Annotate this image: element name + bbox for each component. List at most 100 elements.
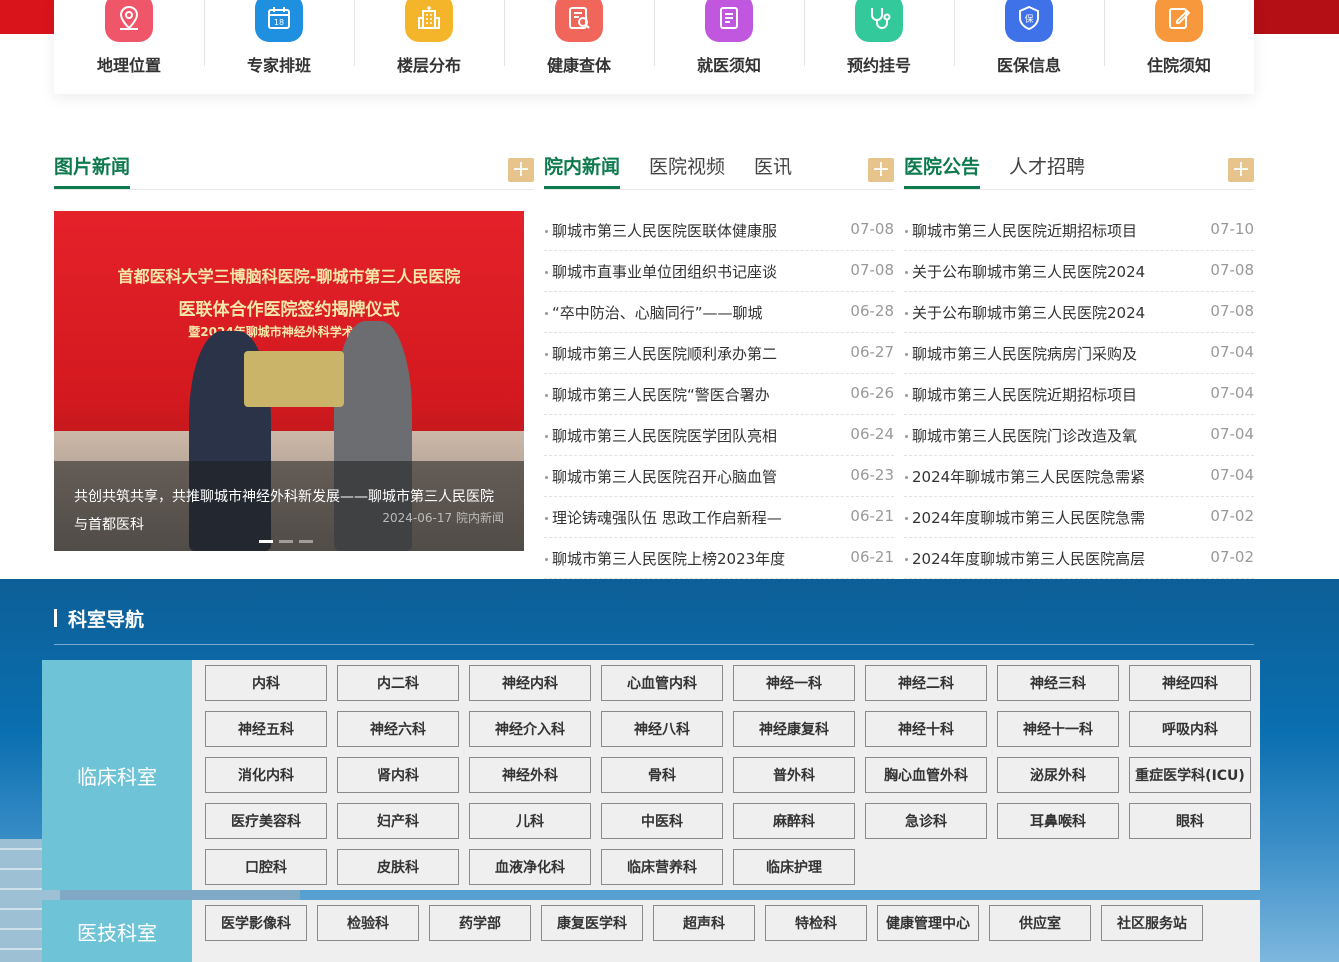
- department-button[interactable]: 耳鼻喉科: [997, 803, 1119, 839]
- department-button[interactable]: 临床护理: [733, 849, 855, 885]
- quick-nav-checkup[interactable]: 健康查体: [504, 0, 654, 94]
- tab-recruitment[interactable]: 人才招聘: [1009, 152, 1085, 179]
- department-button[interactable]: 神经二科: [865, 665, 987, 701]
- department-button[interactable]: 神经十一科: [997, 711, 1119, 747]
- department-button[interactable]: 心血管内科: [601, 665, 723, 701]
- department-button[interactable]: 康复医学科: [541, 905, 643, 941]
- department-button[interactable]: 神经康复科: [733, 711, 855, 747]
- carousel-dot[interactable]: [299, 540, 313, 543]
- department-button[interactable]: 消化内科: [205, 757, 327, 793]
- quick-nav-guide[interactable]: 就医须知: [654, 0, 804, 94]
- department-nav-title: 科室导航: [68, 609, 145, 631]
- quick-nav-insurance[interactable]: 保 医保信息: [954, 0, 1104, 94]
- announcement-item[interactable]: 聊城市第三人民医院近期招标项目 07-10: [904, 210, 1254, 251]
- department-button[interactable]: 内科: [205, 665, 327, 701]
- tab-hospital-news[interactable]: 院内新闻: [544, 152, 621, 189]
- department-button[interactable]: 药学部: [429, 905, 531, 941]
- svg-text:保: 保: [1024, 13, 1033, 25]
- tab-hospital-video[interactable]: 医院视频: [649, 152, 725, 179]
- department-button[interactable]: 骨科: [601, 757, 723, 793]
- department-button[interactable]: 口腔科: [205, 849, 327, 885]
- photo-news-carousel[interactable]: 首都医科大学三博脑科医院-聊城市第三人民医院 医联体合作医院签约揭牌仪式 暨20…: [54, 211, 524, 551]
- department-button[interactable]: 神经内科: [469, 665, 591, 701]
- department-button[interactable]: 眼科: [1129, 803, 1251, 839]
- announcement-title: 关于公布聊城市第三人民医院2024: [912, 263, 1146, 281]
- department-button[interactable]: 神经六科: [337, 711, 459, 747]
- announcement-item[interactable]: 2024年度聊城市第三人民医院急需 07-02: [904, 497, 1254, 538]
- department-button[interactable]: 神经一科: [733, 665, 855, 701]
- department-button[interactable]: 超声科: [653, 905, 755, 941]
- announcement-list: 聊城市第三人民医院近期招标项目 07-10 关于公布聊城市第三人民医院2024 07…: [904, 210, 1254, 579]
- department-button[interactable]: 神经三科: [997, 665, 1119, 701]
- department-button[interactable]: 神经八科: [601, 711, 723, 747]
- news-item[interactable]: 聊城市第三人民医院医学团队亮相 06-24: [544, 415, 894, 456]
- photo-news-more-button[interactable]: +: [508, 158, 534, 182]
- quick-nav-location[interactable]: 地理位置: [54, 0, 204, 94]
- news-item[interactable]: 聊城市直事业单位团组织书记座谈 07-08: [544, 251, 894, 292]
- news-date: 06-23: [850, 466, 894, 484]
- document-icon: [705, 0, 753, 42]
- department-button[interactable]: 泌尿外科: [997, 757, 1119, 793]
- quick-nav-appointment[interactable]: 预约挂号: [804, 0, 954, 94]
- announcements-more-button[interactable]: +: [1228, 158, 1254, 182]
- department-button[interactable]: 神经介入科: [469, 711, 591, 747]
- news-item[interactable]: 聊城市第三人民医院顺利承办第二 06-27: [544, 333, 894, 374]
- announcement-item[interactable]: 关于公布聊城市第三人民医院2024 07-08: [904, 292, 1254, 333]
- department-button[interactable]: 临床营养科: [601, 849, 723, 885]
- news-title: 聊城市第三人民医院医联体健康服: [552, 222, 778, 240]
- announcement-title: 聊城市第三人民医院近期招标项目: [912, 222, 1138, 240]
- carousel-dot[interactable]: [259, 540, 273, 543]
- department-button[interactable]: 供应室: [989, 905, 1091, 941]
- department-button[interactable]: 神经十科: [865, 711, 987, 747]
- announcement-item[interactable]: 2024年度聊城市第三人民医院高层 07-02: [904, 538, 1254, 579]
- announcement-item[interactable]: 聊城市第三人民医院门诊改造及氧 07-04: [904, 415, 1254, 456]
- carousel-dot[interactable]: [279, 540, 293, 543]
- department-button[interactable]: 儿科: [469, 803, 591, 839]
- announcement-item[interactable]: 2024年聊城市第三人民医院急需紧 07-04: [904, 456, 1254, 497]
- department-button[interactable]: 肾内科: [337, 757, 459, 793]
- announcement-item[interactable]: 聊城市第三人民医院病房门采购及 07-04: [904, 333, 1254, 374]
- quick-nav-schedule[interactable]: 18 专家排班: [204, 0, 354, 94]
- department-button[interactable]: 医学影像科: [205, 905, 307, 941]
- clinical-departments-panel: 临床科室 内科 内二科 神经内科 心血管内科 神经一科 神经二科 神经三科 神经四科 神经五科神…: [42, 660, 1260, 890]
- quick-nav-floors[interactable]: 楼层分布: [354, 0, 504, 94]
- department-button[interactable]: 妇产科: [337, 803, 459, 839]
- news-item[interactable]: 聊城市第三人民医院召开心脑血管 06-23: [544, 456, 894, 497]
- department-button[interactable]: 神经五科: [205, 711, 327, 747]
- department-button[interactable]: 胸心血管外科: [865, 757, 987, 793]
- department-button[interactable]: 普外科: [733, 757, 855, 793]
- tab-photo-news[interactable]: 图片新闻: [54, 152, 131, 189]
- news-item[interactable]: “卒中防治、心脑同行”——聊城 06-28: [544, 292, 894, 333]
- department-button[interactable]: 医疗美容科: [205, 803, 327, 839]
- quick-nav-label: 医保信息: [996, 56, 1061, 75]
- department-button[interactable]: 健康管理中心: [877, 905, 979, 941]
- department-button[interactable]: 麻醉科: [733, 803, 855, 839]
- tab-announcements[interactable]: 医院公告: [904, 152, 981, 189]
- department-button[interactable]: 急诊科: [865, 803, 987, 839]
- news-item[interactable]: 聊城市第三人民医院医联体健康服 07-08: [544, 210, 894, 251]
- department-button[interactable]: 皮肤科: [337, 849, 459, 885]
- department-button[interactable]: 内二科: [337, 665, 459, 701]
- department-button[interactable]: 神经外科: [469, 757, 591, 793]
- news-item[interactable]: 聊城市第三人民医院上榜2023年度 06-21: [544, 538, 894, 579]
- hospital-news-more-button[interactable]: +: [868, 158, 894, 182]
- announcement-item[interactable]: 聊城市第三人民医院近期招标项目 07-04: [904, 374, 1254, 415]
- department-button[interactable]: 神经四科: [1129, 665, 1251, 701]
- department-button[interactable]: 血液净化科: [469, 849, 591, 885]
- department-button[interactable]: 社区服务站: [1101, 905, 1203, 941]
- department-button[interactable]: 重症医学科(ICU): [1129, 757, 1251, 793]
- department-button[interactable]: 特检科: [765, 905, 867, 941]
- quick-nav-label: 地理位置: [96, 56, 161, 75]
- tab-medical-news[interactable]: 医讯: [754, 152, 792, 179]
- quick-nav-inpatient[interactable]: 住院须知: [1104, 0, 1254, 94]
- department-button[interactable]: 检验科: [317, 905, 419, 941]
- building-icon: [405, 0, 453, 42]
- news-item[interactable]: 聊城市第三人民医院“警医合署办 06-26: [544, 374, 894, 415]
- heading-accent-bar: [54, 609, 57, 627]
- announcement-item[interactable]: 关于公布聊城市第三人民医院2024 07-08: [904, 251, 1254, 292]
- quick-nav-label: 楼层分布: [396, 56, 461, 75]
- svg-text:18: 18: [274, 18, 284, 27]
- news-item[interactable]: 理论铸魂强队伍 思政工作启新程— 06-21: [544, 497, 894, 538]
- department-button[interactable]: 呼吸内科: [1129, 711, 1251, 747]
- department-button[interactable]: 中医科: [601, 803, 723, 839]
